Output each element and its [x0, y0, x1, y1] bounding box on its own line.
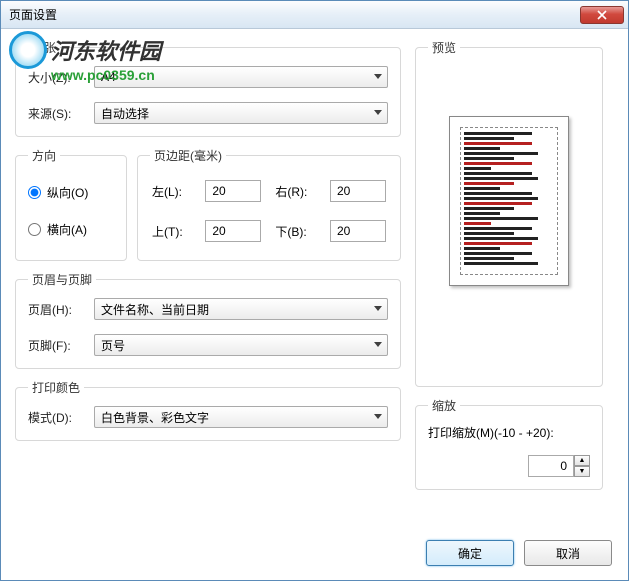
- landscape-radio[interactable]: [28, 223, 41, 236]
- mode-label: 模式(D):: [28, 409, 94, 426]
- size-value: A4: [101, 70, 116, 84]
- chevron-down-icon: [374, 110, 382, 115]
- page-setup-dialog: 页面设置 河东软件园 www.pc0359.cn 纸张 大小(Z): A4: [0, 0, 629, 581]
- paper-fieldset: 纸张 大小(Z): A4 来源(S): 自动选择: [15, 39, 401, 137]
- size-select[interactable]: A4: [94, 66, 388, 88]
- paper-legend: 纸张: [28, 39, 60, 56]
- header-select[interactable]: 文件名称、当前日期: [94, 298, 388, 320]
- margin-right-input[interactable]: [330, 180, 386, 202]
- scale-spinner[interactable]: ▲ ▼: [528, 455, 590, 477]
- portrait-radio[interactable]: [28, 186, 41, 199]
- close-icon: [597, 10, 607, 20]
- mode-value: 白色背景、彩色文字: [101, 409, 209, 426]
- landscape-label: 横向(A): [47, 221, 87, 238]
- portrait-radio-row[interactable]: 纵向(O): [28, 184, 114, 201]
- landscape-radio-row[interactable]: 横向(A): [28, 221, 114, 238]
- header-value: 文件名称、当前日期: [101, 301, 209, 318]
- ok-button[interactable]: 确定: [426, 540, 514, 566]
- window-title: 页面设置: [9, 6, 580, 23]
- footer-label: 页脚(F):: [28, 337, 94, 354]
- chevron-down-icon: [374, 306, 382, 311]
- preview-page: [449, 116, 569, 286]
- header-label: 页眉(H):: [28, 301, 94, 318]
- chevron-down-icon: [374, 414, 382, 419]
- margin-bottom-label: 下(B):: [275, 223, 316, 240]
- dialog-footer: 确定 取消: [426, 540, 612, 566]
- source-select[interactable]: 自动选择: [94, 102, 388, 124]
- margin-left-label: 左(L):: [152, 183, 191, 200]
- cancel-button[interactable]: 取消: [524, 540, 612, 566]
- orientation-fieldset: 方向 纵向(O) 横向(A): [15, 147, 127, 261]
- size-label: 大小(Z):: [28, 69, 94, 86]
- printcolor-fieldset: 打印颜色 模式(D): 白色背景、彩色文字: [15, 379, 401, 441]
- scale-legend: 缩放: [428, 397, 460, 414]
- mode-select[interactable]: 白色背景、彩色文字: [94, 406, 388, 428]
- source-value: 自动选择: [101, 105, 149, 122]
- spin-up-button[interactable]: ▲: [574, 455, 590, 466]
- chevron-down-icon: [374, 74, 382, 79]
- orientation-legend: 方向: [28, 147, 60, 164]
- margin-left-input[interactable]: [205, 180, 261, 202]
- margin-right-label: 右(R):: [275, 183, 316, 200]
- scale-input[interactable]: [528, 455, 574, 477]
- close-button[interactable]: [580, 6, 624, 24]
- preview-fieldset: 预览: [415, 39, 603, 387]
- spin-down-button[interactable]: ▼: [574, 466, 590, 477]
- footer-value: 页号: [101, 337, 125, 354]
- margins-legend: 页边距(毫米): [150, 147, 226, 164]
- portrait-label: 纵向(O): [47, 184, 88, 201]
- margin-bottom-input[interactable]: [330, 220, 386, 242]
- chevron-down-icon: [374, 342, 382, 347]
- margin-top-input[interactable]: [205, 220, 261, 242]
- preview-legend: 预览: [428, 39, 460, 56]
- margins-fieldset: 页边距(毫米) 左(L): 右(R): 上(T): 下(B):: [137, 147, 401, 261]
- printcolor-legend: 打印颜色: [28, 379, 84, 396]
- source-label: 来源(S):: [28, 105, 94, 122]
- titlebar: 页面设置: [1, 1, 628, 29]
- headerfooter-legend: 页眉与页脚: [28, 271, 96, 288]
- footer-select[interactable]: 页号: [94, 334, 388, 356]
- headerfooter-fieldset: 页眉与页脚 页眉(H): 文件名称、当前日期 页脚(F): 页号: [15, 271, 401, 369]
- scale-fieldset: 缩放 打印缩放(M)(-10 - +20): ▲ ▼: [415, 397, 603, 490]
- margin-top-label: 上(T):: [152, 223, 191, 240]
- scale-label: 打印缩放(M)(-10 - +20):: [428, 424, 590, 441]
